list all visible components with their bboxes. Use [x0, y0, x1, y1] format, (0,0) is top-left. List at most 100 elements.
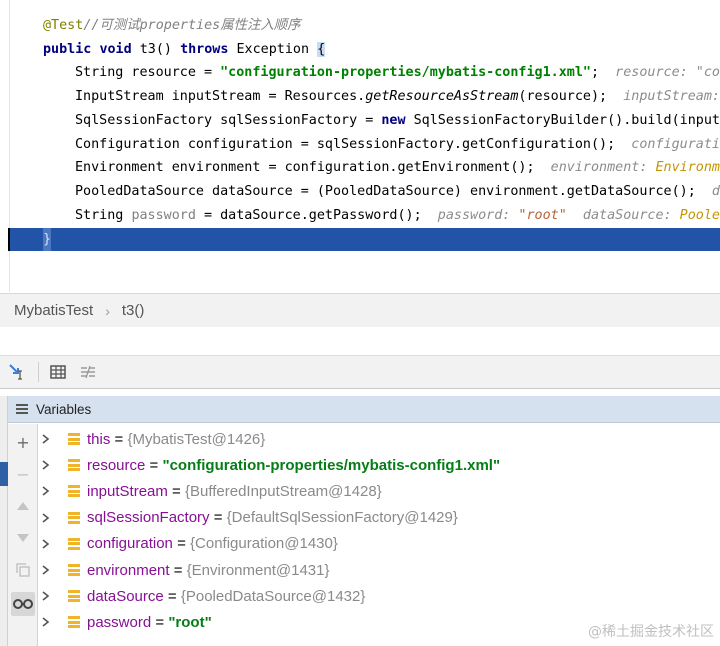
code-line[interactable]: Environment environment = configuration.…: [75, 156, 720, 180]
field-icon: [68, 459, 80, 472]
diff-icon[interactable]: [77, 361, 99, 383]
variables-header: Variables: [8, 396, 720, 423]
variable-name: resource: [87, 456, 146, 474]
variable-row[interactable]: dataSource = {PooledDataSource@1432}: [38, 583, 720, 609]
inline-debug-hint: "root": [518, 207, 567, 223]
variable-name: inputStream: [87, 482, 168, 500]
table-icon[interactable]: [47, 361, 69, 383]
breadcrumb-class[interactable]: MybatisTest: [14, 302, 93, 319]
variable-equals: =: [169, 561, 187, 579]
down-icon[interactable]: [11, 526, 35, 550]
variables-title: Variables: [36, 401, 92, 417]
watermark: @稀土掘金技术社区: [588, 624, 714, 640]
code-editor[interactable]: @Test//可测试properties属性注入顺序 public void t3…: [0, 0, 720, 292]
chevron-right-icon[interactable]: [42, 512, 52, 523]
variable-value: {MybatisTest@1426}: [127, 430, 266, 448]
code-line[interactable]: @Test//可测试properties属性注入顺序: [43, 14, 301, 38]
variable-value: "root": [168, 613, 212, 631]
code-token: (resource);: [518, 89, 624, 105]
variables-side-toolbar: + −: [8, 424, 38, 646]
field-icon: [68, 590, 80, 603]
code-line[interactable]: Configuration configuration = sqlSession…: [75, 133, 720, 157]
selected-frame-indicator: [0, 462, 8, 486]
code-token: "configuration-properties/mybatis-config…: [220, 65, 591, 81]
variable-name: this: [87, 430, 111, 448]
variable-row[interactable]: configuration = {Configuration@1430}: [38, 531, 720, 557]
toolbar-separator: [38, 362, 39, 382]
glasses-icon[interactable]: [11, 592, 35, 616]
code-token: SqlSessionFactoryBuilder().build(inputSt…: [413, 112, 720, 128]
code-token: t3(): [139, 41, 181, 57]
variable-value: {BufferedInputStream@1428}: [184, 482, 382, 500]
code-token: InputStream inputStream = Resources.: [75, 89, 366, 105]
code-token: = dataSource.getPassword();: [195, 207, 438, 223]
variable-equals: =: [145, 456, 163, 474]
variable-equals: =: [172, 535, 191, 553]
variable-row[interactable]: environment = {Environment@1431}: [38, 557, 720, 583]
step-into-icon[interactable]: [6, 361, 28, 383]
variable-row[interactable]: this = {MybatisTest@1426}: [38, 426, 720, 452]
variable-row[interactable]: resource = "configuration-properties/myb…: [38, 452, 720, 478]
remove-icon[interactable]: −: [11, 462, 35, 486]
chevron-right-icon[interactable]: [42, 434, 52, 444]
add-icon[interactable]: +: [11, 430, 35, 454]
inline-debug-hint: configuration: Configuration@1430: [631, 136, 720, 152]
variable-value: {DefaultSqlSessionFactory@1429}: [226, 509, 458, 527]
code-line[interactable]: InputStream inputStream = Resources.getR…: [75, 85, 720, 109]
variable-row[interactable]: inputStream = {BufferedInputStream@1428}: [38, 478, 720, 504]
menu-icon[interactable]: [16, 404, 28, 414]
code-line[interactable]: String password = dataSource.getPassword…: [75, 204, 720, 228]
chevron-right-icon[interactable]: [42, 486, 52, 497]
field-icon: [68, 433, 80, 445]
code-token: Exception: [236, 41, 318, 57]
inline-debug-hint: PooledDataSource@1432: [679, 207, 720, 223]
variable-name: sqlSessionFactory: [87, 509, 210, 527]
code-line[interactable]: PooledDataSource dataSource = (PooledDat…: [75, 180, 720, 204]
field-icon: [68, 537, 80, 550]
chevron-right-icon[interactable]: [42, 460, 52, 470]
chevron-right-icon[interactable]: [42, 591, 52, 601]
tool-window-strip: [0, 396, 8, 646]
inline-debug-hint: Environment@1431: [655, 160, 720, 176]
variable-name: configuration: [87, 535, 173, 553]
code-token: password: [131, 207, 196, 223]
variable-equals: =: [151, 613, 169, 631]
panel-gap: [0, 327, 720, 355]
code-line[interactable]: SqlSessionFactory sqlSessionFactory = ne…: [75, 109, 720, 133]
breadcrumb: MybatisTest › t3(): [0, 293, 720, 327]
up-icon[interactable]: [11, 494, 35, 518]
variables-tree: this = {MybatisTest@1426} resource = "con…: [38, 424, 720, 646]
variable-row[interactable]: sqlSessionFactory = {DefaultSqlSessionFa…: [38, 505, 720, 531]
field-icon: [68, 616, 80, 629]
breadcrumb-separator: ›: [105, 302, 110, 319]
chevron-right-icon[interactable]: [42, 617, 52, 628]
code-token: new: [381, 112, 414, 128]
code-token: Environment environment = configuration.…: [75, 160, 551, 176]
code-line[interactable]: public void t3() throws Exception {: [43, 38, 326, 62]
code-token: //可测试properties属性注入顺序: [83, 18, 301, 33]
code-token: PooledDataSource dataSource = (PooledDat…: [75, 183, 712, 199]
inline-debug-hint: inputStream: BufferedInputStream@1428: [623, 89, 720, 105]
code-line[interactable]: String resource = "configuration-propert…: [75, 61, 720, 85]
variable-name: password: [87, 613, 152, 631]
breadcrumb-method[interactable]: t3(): [122, 302, 145, 319]
inline-debug-hint: password:: [437, 207, 519, 223]
code-token: ;: [590, 65, 616, 81]
chevron-right-icon[interactable]: [42, 565, 52, 575]
variable-value: "configuration-properties/mybatis-config…: [162, 456, 501, 474]
chevron-right-icon[interactable]: [42, 539, 52, 549]
code-token: public: [43, 41, 100, 57]
inline-debug-hint: resource: "configuration-properties/myba…: [615, 65, 720, 81]
code-token: Configuration configuration = sqlSession…: [75, 136, 632, 152]
variable-equals: =: [167, 482, 185, 500]
variable-value: {PooledDataSource@1432}: [180, 587, 366, 605]
inline-debug-hint: dataSource: PooledDataSource@1432: [711, 183, 720, 199]
code-token: {: [317, 41, 326, 57]
variable-equals: =: [163, 587, 181, 605]
copy-icon[interactable]: [11, 558, 35, 582]
code-token: SqlSessionFactory sqlSessionFactory =: [75, 112, 382, 128]
code-token: throws: [180, 41, 237, 57]
code-token: void: [99, 41, 140, 57]
variable-equals: =: [110, 430, 128, 448]
inline-debug-hint: environment:: [550, 160, 656, 176]
